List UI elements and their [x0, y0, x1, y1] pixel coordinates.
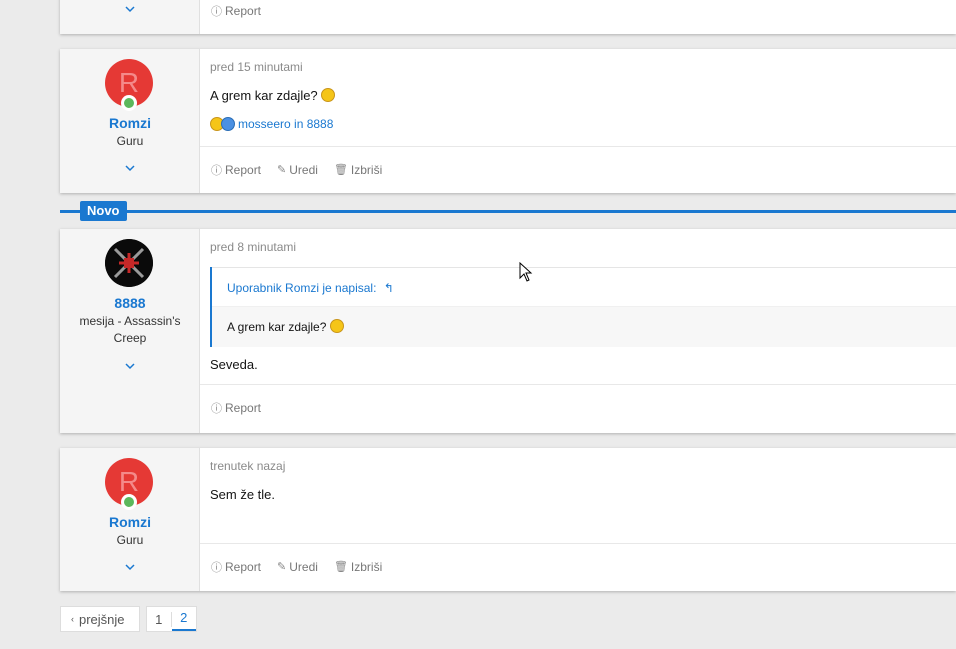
- pencil-icon: ✎: [277, 164, 287, 176]
- chevron-left-icon: ‹: [71, 614, 74, 624]
- crazy-face-emoji-icon: [321, 88, 336, 102]
- user-title: Guru: [116, 134, 144, 148]
- report-label: Report: [225, 559, 262, 574]
- post-previous: ⓘ Report: [60, 0, 956, 34]
- post: 8888 mesija - Assassin's Creep pred 8 mi…: [60, 229, 956, 433]
- quote-body: A grem kar zdajle?: [212, 307, 956, 347]
- post-actions: ⓘ Report ✎ Uredi 🗑 Izbriši: [200, 543, 956, 589]
- edit-button[interactable]: ✎ Uredi: [277, 560, 318, 574]
- post-message: A grem kar zdajle?: [210, 88, 336, 103]
- online-status-icon: [121, 95, 137, 111]
- post: R Romzi Guru trenutek nazaj Sem že tle. …: [60, 448, 956, 591]
- edit-label: Uredi: [289, 559, 318, 574]
- delete-button[interactable]: 🗑 Izbriši: [334, 560, 382, 574]
- post-user-column: [60, 0, 200, 34]
- pencil-icon: ✎: [277, 561, 287, 573]
- report-button[interactable]: ⓘ Report: [211, 400, 261, 416]
- post-actions: ⓘ Report: [200, 0, 956, 34]
- post-message: Sem že tle.: [210, 487, 276, 502]
- prev-page-button[interactable]: ‹ prejšnje: [60, 606, 140, 632]
- online-status-icon: [121, 494, 137, 510]
- post-time[interactable]: pred 8 minutami: [210, 240, 296, 254]
- chevron-down-icon[interactable]: [60, 2, 200, 16]
- go-to-quote-icon[interactable]: ↰: [384, 281, 394, 295]
- username-link[interactable]: Romzi: [60, 514, 200, 530]
- user-title: mesija - Assassin's Creep: [60, 313, 200, 347]
- delete-label: Izbriši: [350, 162, 383, 177]
- user-title: Guru: [116, 533, 144, 547]
- info-circle-icon: ⓘ: [211, 6, 222, 18]
- trash-icon: 🗑: [333, 164, 348, 176]
- post-time[interactable]: trenutek nazaj: [210, 459, 285, 473]
- user-title-line: Creep: [113, 331, 147, 345]
- chevron-down-icon[interactable]: [60, 359, 200, 373]
- chevron-down-icon[interactable]: [60, 161, 200, 175]
- report-button[interactable]: ⓘ Report: [211, 162, 261, 178]
- quote-text: A grem kar zdajle?: [227, 320, 327, 334]
- report-label: Report: [225, 162, 262, 177]
- avatar[interactable]: [105, 239, 153, 287]
- info-circle-icon: ⓘ: [211, 164, 222, 177]
- edit-button[interactable]: ✎ Uredi: [277, 163, 318, 177]
- post: R Romzi Guru pred 15 minutami A grem kar…: [60, 49, 956, 193]
- post-user-column: R Romzi Guru: [60, 49, 200, 193]
- quote-header[interactable]: Uporabnik Romzi je napisal: ↰: [212, 267, 956, 307]
- info-circle-icon: ⓘ: [211, 402, 222, 415]
- reactions-bar[interactable]: mosseero in 8888: [210, 117, 333, 131]
- post-user-column: R Romzi Guru: [60, 448, 200, 591]
- post-actions: ⓘ Report: [200, 384, 956, 430]
- info-circle-icon: ⓘ: [211, 561, 222, 574]
- post-user-column: 8888 mesija - Assassin's Creep: [60, 229, 200, 433]
- post-time[interactable]: pred 15 minutami: [210, 60, 303, 74]
- report-label: Report: [225, 4, 262, 18]
- report-label: Report: [225, 400, 262, 415]
- quote-block: Uporabnik Romzi je napisal: ↰ A grem kar…: [210, 267, 956, 347]
- page-link-current[interactable]: 2: [171, 607, 196, 631]
- delete-button[interactable]: 🗑 Izbriši: [334, 163, 382, 177]
- new-posts-label: Novo: [80, 201, 127, 221]
- crazy-face-emoji-icon: [329, 319, 344, 333]
- like-emoji-icon: [221, 117, 235, 131]
- report-button[interactable]: ⓘ Report: [211, 3, 261, 19]
- reactions-users[interactable]: mosseero in 8888: [238, 117, 333, 131]
- report-button[interactable]: ⓘ Report: [211, 559, 261, 575]
- trash-icon: 🗑: [333, 561, 348, 573]
- mouse-cursor-icon: [519, 261, 533, 285]
- edit-label: Uredi: [289, 162, 318, 177]
- quote-author[interactable]: Uporabnik Romzi je napisal:: [227, 281, 376, 295]
- user-title-line: mesija - Assassin's: [79, 314, 181, 328]
- page-numbers: 1 2: [146, 606, 197, 632]
- message-text: A grem kar zdajle?: [210, 88, 318, 103]
- delete-label: Izbriši: [350, 559, 383, 574]
- username-link[interactable]: Romzi: [60, 115, 200, 131]
- post-actions: ⓘ Report ✎ Uredi 🗑 Izbriši: [200, 146, 956, 192]
- prev-page-label: prejšnje: [79, 611, 125, 627]
- username-link[interactable]: 8888: [60, 295, 200, 311]
- new-posts-divider: [60, 210, 956, 213]
- post-message: Seveda.: [210, 357, 258, 372]
- page-link[interactable]: 1: [147, 611, 172, 627]
- chevron-down-icon[interactable]: [60, 560, 200, 574]
